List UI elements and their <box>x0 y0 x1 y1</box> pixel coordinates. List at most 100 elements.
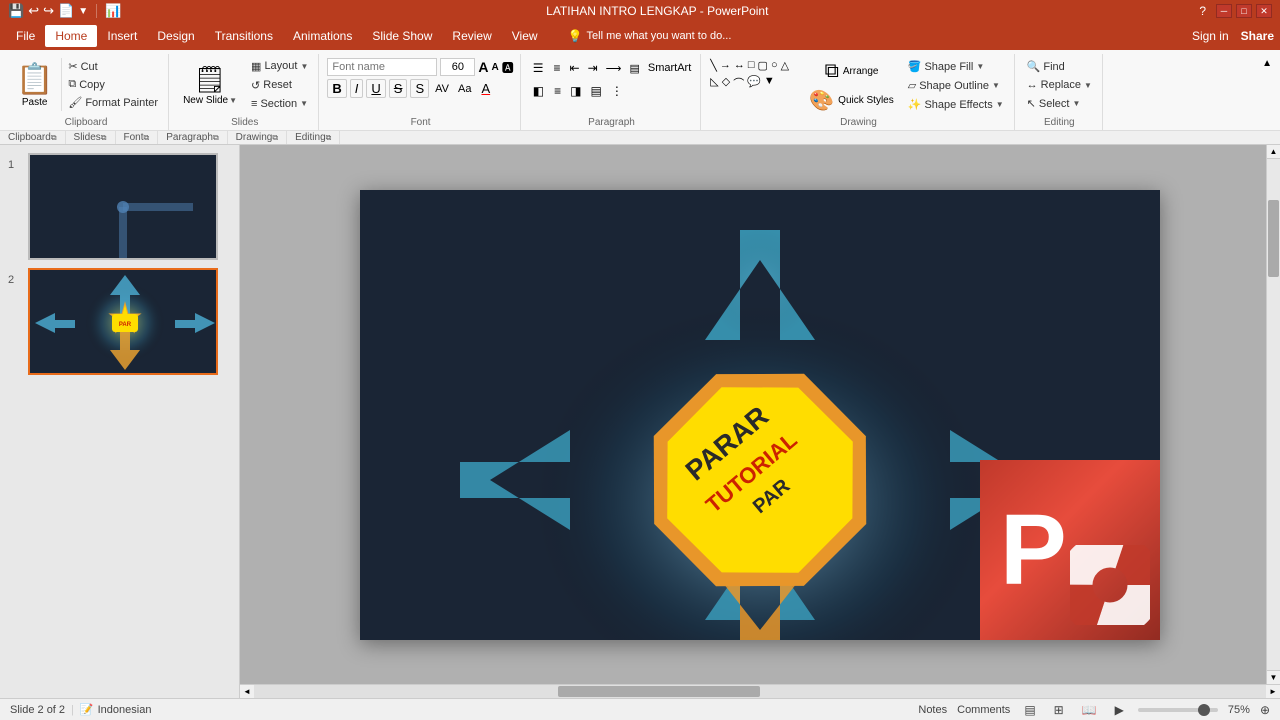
notes-button[interactable]: Notes <box>918 704 947 716</box>
editing-section-footer[interactable]: Editing ⧉ <box>287 131 340 144</box>
view-reading-button[interactable]: 📖 <box>1078 701 1101 719</box>
font-size-decrease-icon[interactable]: A <box>492 62 499 73</box>
paste-button[interactable]: 📋 Paste <box>10 58 62 111</box>
decrease-indent-button[interactable]: ⇤ <box>567 59 583 77</box>
layout-button[interactable]: ▦ Layout ▼ <box>247 58 312 75</box>
quick-styles-button[interactable]: 🎨 Quick Styles <box>803 86 899 115</box>
replace-dropdown[interactable]: ▼ <box>1084 81 1092 90</box>
print-preview-icon[interactable]: 📄 <box>58 3 74 19</box>
text-direction-button[interactable]: ⟶ <box>603 60 625 77</box>
new-slide-dropdown-icon[interactable]: ▼ <box>229 96 237 105</box>
scroll-right-button[interactable]: ► <box>1266 685 1280 698</box>
arrow-shape[interactable]: → <box>719 58 732 73</box>
text-shadow-button[interactable]: S <box>410 79 429 98</box>
reset-button[interactable]: ↺ Reset <box>247 77 312 94</box>
clipboard-section-footer[interactable]: Clipboard ⧉ <box>0 131 66 144</box>
scroll-track-v[interactable] <box>1267 159 1280 670</box>
slide-thumbnail-2[interactable]: PAR <box>28 268 218 375</box>
italic-button[interactable]: I <box>350 79 364 98</box>
menu-item-transitions[interactable]: Transitions <box>205 25 283 47</box>
help-icon[interactable]: ? <box>1193 4 1212 18</box>
replace-button[interactable]: ↔ Replace ▼ <box>1023 77 1096 93</box>
view-normal-button[interactable]: ▤ <box>1020 701 1039 719</box>
scroll-thumb-v[interactable] <box>1268 200 1279 277</box>
format-painter-button[interactable]: 🖌 Format Painter <box>64 94 162 111</box>
font-name-input[interactable] <box>327 58 437 76</box>
convert-smartart-button[interactable]: SmartArt <box>645 60 694 76</box>
customize-icon[interactable]: ▼ <box>78 6 88 17</box>
strikethrough-button[interactable]: S <box>389 79 408 98</box>
tell-me-box[interactable]: 💡 Tell me what you want to do... <box>568 29 732 43</box>
shape-effects-button[interactable]: ✨ Shape Effects ▼ <box>904 96 1008 113</box>
scroll-thumb-h[interactable] <box>558 686 760 697</box>
fit-slide-button[interactable]: ⊕ <box>1260 703 1270 717</box>
shape-effects-dropdown[interactable]: ▼ <box>996 100 1004 109</box>
view-slide-sorter-button[interactable]: ⊞ <box>1050 701 1068 719</box>
more-shapes-icon[interactable]: ▼ <box>763 74 776 92</box>
font-section-footer[interactable]: Font ⧉ <box>116 131 159 144</box>
rect-shape[interactable]: □ <box>747 58 756 73</box>
font-color-button[interactable]: A <box>477 80 494 97</box>
scroll-up-button[interactable]: ▲ <box>1267 145 1280 159</box>
double-arrow-shape[interactable]: ↔ <box>733 58 746 73</box>
scroll-left-button[interactable]: ◄ <box>240 685 254 698</box>
bullet-list-button[interactable]: ☰ <box>529 58 548 78</box>
clear-formatting-icon[interactable]: 🅰 <box>502 59 514 76</box>
cut-button[interactable]: ✂ Cut <box>64 58 162 75</box>
slide-thumbnail-1[interactable] <box>28 153 218 260</box>
menu-item-file[interactable]: File <box>6 25 45 47</box>
rounded-rect-shape[interactable]: ▢ <box>757 58 769 73</box>
justify-button[interactable]: ▤ <box>587 82 604 100</box>
save-icon[interactable]: 💾 <box>8 3 24 19</box>
callout-shape[interactable]: 💬 <box>746 74 762 92</box>
view-slideshow-button[interactable]: ▶ <box>1111 701 1128 719</box>
font-size-input[interactable]: 60 <box>440 58 475 76</box>
scroll-track-h[interactable] <box>254 685 1266 698</box>
arrange-button[interactable]: ⧉ Arrange <box>803 58 899 85</box>
collapse-ribbon-button[interactable]: ▲ <box>1258 56 1276 71</box>
menu-item-slideshow[interactable]: Slide Show <box>362 25 442 47</box>
menu-item-review[interactable]: Review <box>442 25 501 47</box>
scroll-down-button[interactable]: ▼ <box>1267 670 1280 684</box>
sign-in-button[interactable]: Sign in <box>1192 29 1229 43</box>
right-triangle-shape[interactable]: ◺ <box>709 74 719 92</box>
triangle-shape[interactable]: △ <box>780 58 790 73</box>
comments-button[interactable]: Comments <box>957 704 1010 716</box>
maximize-button[interactable]: □ <box>1236 4 1252 18</box>
section-button[interactable]: ≡ Section ▼ <box>247 96 312 112</box>
menu-item-design[interactable]: Design <box>147 25 204 47</box>
drawing-section-footer[interactable]: Drawing ⧉ <box>228 131 287 144</box>
menu-item-insert[interactable]: Insert <box>97 25 147 47</box>
paragraph-section-footer[interactable]: Paragraph ⧉ <box>158 131 227 144</box>
menu-item-view[interactable]: View <box>502 25 548 47</box>
align-text-button[interactable]: ▤ <box>626 60 642 77</box>
increase-indent-button[interactable]: ⇥ <box>585 59 601 77</box>
oval-shape[interactable]: ○ <box>770 58 779 73</box>
undo-icon[interactable]: ↩ <box>28 3 39 19</box>
change-case-button[interactable]: Aa <box>455 82 474 96</box>
bold-button[interactable]: B <box>327 79 346 98</box>
share-button[interactable]: Share <box>1241 29 1274 43</box>
underline-button[interactable]: U <box>366 79 385 98</box>
shape-fill-button[interactable]: 🪣 Shape Fill ▼ <box>904 58 1008 75</box>
copy-button[interactable]: ⧉ Copy <box>64 76 162 93</box>
align-right-button[interactable]: ◨ <box>567 82 584 100</box>
select-button[interactable]: ↖ Select ▼ <box>1023 95 1096 112</box>
slide-canvas[interactable]: Bikin Intro Pembuka Pakai PowerPoint <box>360 190 1160 640</box>
char-spacing-button[interactable]: AV <box>432 82 452 96</box>
line-shape[interactable]: ╲ <box>709 58 718 73</box>
arc-shape[interactable]: ⌒ <box>732 74 745 92</box>
select-dropdown[interactable]: ▼ <box>1072 99 1080 108</box>
zoom-thumb[interactable] <box>1198 704 1210 716</box>
align-center-button[interactable]: ≡ <box>551 82 564 100</box>
shape-fill-dropdown[interactable]: ▼ <box>976 62 984 71</box>
diamond-shape[interactable]: ◇ <box>721 74 731 92</box>
redo-icon[interactable]: ↪ <box>43 3 54 19</box>
zoom-slider[interactable] <box>1138 708 1218 712</box>
numbered-list-button[interactable]: ≡ <box>550 58 565 78</box>
minimize-button[interactable]: ─ <box>1216 4 1232 18</box>
shape-outline-button[interactable]: ▱ Shape Outline ▼ <box>904 77 1008 94</box>
column-spacing-button[interactable]: ⋮ <box>608 82 626 100</box>
menu-item-animations[interactable]: Animations <box>283 25 362 47</box>
align-left-button[interactable]: ◧ <box>529 81 548 101</box>
